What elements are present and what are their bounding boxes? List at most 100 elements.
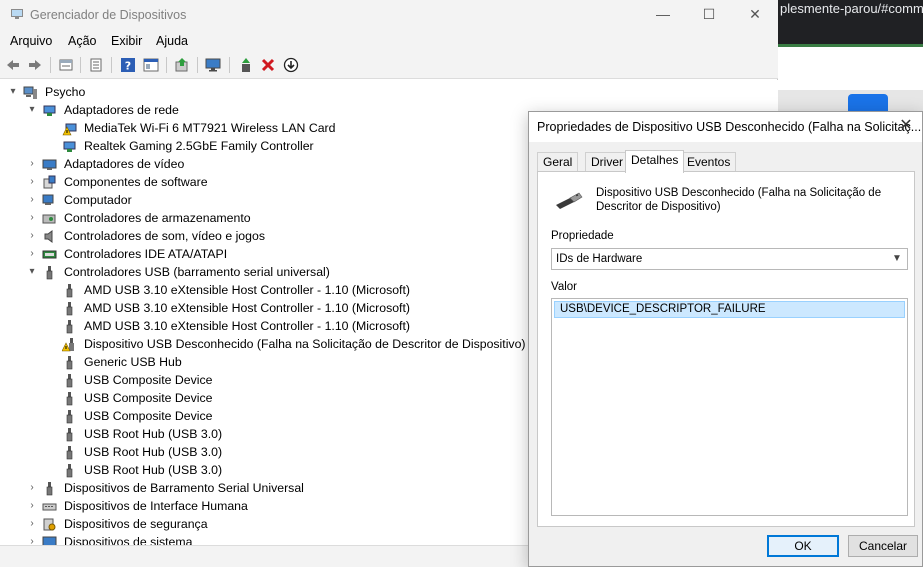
tree-item-label: USB Root Hub (USB 3.0) xyxy=(84,427,223,441)
usb-device-icon xyxy=(556,192,583,209)
tree-item-label: Generic USB Hub xyxy=(84,355,182,369)
help-icon[interactable]: ? xyxy=(120,57,136,73)
chevron-right-icon[interactable]: › xyxy=(27,155,37,173)
usb-icon xyxy=(66,320,73,334)
security-device-icon xyxy=(43,518,56,531)
chevron-down-icon[interactable]: ▾ xyxy=(27,101,37,119)
tree-item-label: Controladores USB (barramento serial uni… xyxy=(64,265,330,279)
title-bar: Gerenciador de Dispositivos — ☐ ✕ xyxy=(0,0,778,30)
details-icon[interactable] xyxy=(143,57,159,73)
usb-icon xyxy=(66,374,73,388)
network-adapter-icon xyxy=(43,105,56,116)
speaker-icon xyxy=(44,230,53,243)
tree-item-label: USB Root Hub (USB 3.0) xyxy=(84,445,223,459)
dialog-close-button[interactable]: ✕ xyxy=(896,116,916,136)
tree-item-label: AMD USB 3.10 eXtensible Host Controller … xyxy=(84,301,410,315)
close-window-button[interactable]: ✕ xyxy=(732,0,778,30)
update-driver-icon[interactable] xyxy=(174,57,190,73)
chevron-down-icon[interactable]: ▾ xyxy=(8,83,18,101)
chevron-down-icon[interactable]: ▾ xyxy=(27,263,37,281)
forward-arrow-icon[interactable] xyxy=(27,57,43,73)
tree-item-label: Controladores de armazenamento xyxy=(64,211,251,225)
property-select[interactable]: IDs de Hardware ▼ xyxy=(551,248,908,270)
usb-icon xyxy=(66,356,73,370)
maximize-button[interactable]: ☐ xyxy=(686,0,732,30)
ok-button[interactable]: OK xyxy=(767,535,839,557)
property-label: Propriedade xyxy=(551,230,614,242)
value-label: Valor xyxy=(551,281,577,293)
property-select-value: IDs de Hardware xyxy=(556,253,643,265)
minimize-button[interactable]: — xyxy=(640,0,686,30)
tree-item-label: Controladores de som, vídeo e jogos xyxy=(64,229,265,243)
toolbar: ? xyxy=(0,52,778,79)
device-properties-dialog: Propriedades de Dispositivo USB Desconhe… xyxy=(528,111,923,567)
toolbar-separator xyxy=(111,57,112,73)
dialog-tabs: Geral Driver Detalhes Eventos xyxy=(537,150,917,173)
properties-icon[interactable] xyxy=(58,57,74,73)
menu-arquivo[interactable]: Arquivo xyxy=(10,34,52,48)
tree-item-label: AMD USB 3.10 eXtensible Host Controller … xyxy=(84,283,410,297)
value-list-item[interactable]: USB\DEVICE_DESCRIPTOR_FAILURE xyxy=(554,301,905,318)
network-warning-icon xyxy=(62,123,77,136)
chevron-right-icon[interactable]: › xyxy=(27,227,37,245)
tree-item-label: Dispositivo USB Desconhecido (Falha na S… xyxy=(84,337,526,351)
usb-warning-icon xyxy=(62,338,74,352)
menu-ajuda[interactable]: Ajuda xyxy=(156,34,188,48)
computer-root-icon xyxy=(23,86,37,99)
menu-acao[interactable]: Ação xyxy=(68,34,97,48)
system-device-icon xyxy=(42,536,57,545)
list-icon[interactable] xyxy=(88,57,104,73)
display-adapter-icon xyxy=(42,159,57,170)
device-name: Dispositivo USB Desconhecido (Falha na S… xyxy=(596,187,882,213)
tree-item-label: AMD USB 3.10 eXtensible Host Controller … xyxy=(84,319,410,333)
details-tab-panel: Dispositivo USB Desconhecido (Falha na S… xyxy=(537,171,915,527)
dialog-title: Propriedades de Dispositivo USB Desconhe… xyxy=(537,120,922,134)
usb-icon xyxy=(66,446,73,460)
tree-item-label: Componentes de software xyxy=(64,175,208,189)
tree-item-label: Adaptadores de vídeo xyxy=(64,157,185,171)
uninstall-icon[interactable] xyxy=(260,57,276,73)
chevron-right-icon[interactable]: › xyxy=(27,245,37,263)
chevron-right-icon[interactable]: › xyxy=(27,497,37,515)
tree-root-label: Psycho xyxy=(45,85,86,99)
background-browser-content xyxy=(778,47,923,90)
toolbar-separator xyxy=(229,57,230,73)
value-list[interactable]: USB\DEVICE_DESCRIPTOR_FAILURE xyxy=(551,298,908,516)
tree-item-label: USB Composite Device xyxy=(84,373,213,387)
chevron-right-icon[interactable]: › xyxy=(27,479,37,497)
toolbar-separator xyxy=(197,57,198,73)
cancel-button[interactable]: Cancelar xyxy=(848,535,918,557)
menu-exibir[interactable]: Exibir xyxy=(111,34,142,48)
tree-item-label: USB Composite Device xyxy=(84,391,213,405)
download-icon[interactable] xyxy=(283,57,299,73)
usb-icon xyxy=(66,464,73,478)
usb-icon xyxy=(66,428,73,442)
tree-item-label: Dispositivos de segurança xyxy=(64,517,208,531)
usb-icon xyxy=(66,410,73,424)
computer-icon xyxy=(42,194,54,205)
usb-icon xyxy=(66,302,73,316)
tab-geral[interactable]: Geral xyxy=(537,152,579,172)
hid-icon xyxy=(42,503,57,511)
chevron-down-icon[interactable]: ▼ xyxy=(891,249,903,269)
chevron-right-icon[interactable]: › xyxy=(27,533,37,545)
chevron-right-icon[interactable]: › xyxy=(27,209,37,227)
tree-item-label: Dispositivos de Barramento Serial Univer… xyxy=(64,481,304,495)
window-title: Gerenciador de Dispositivos xyxy=(30,8,187,22)
tree-item-label: Computador xyxy=(64,193,132,207)
toolbar-separator xyxy=(50,57,51,73)
enable-device-icon[interactable] xyxy=(238,57,254,73)
monitor-icon[interactable] xyxy=(205,57,221,73)
back-arrow-icon[interactable] xyxy=(5,57,21,73)
chevron-right-icon[interactable]: › xyxy=(27,173,37,191)
menu-bar: Arquivo Ação Exibir Ajuda xyxy=(0,30,778,52)
chevron-right-icon[interactable]: › xyxy=(27,515,37,533)
tree-item-label: Controladores IDE ATA/ATAPI xyxy=(64,247,228,261)
device-manager-app-icon xyxy=(11,9,23,19)
tab-eventos[interactable]: Eventos xyxy=(681,152,737,172)
tab-detalhes[interactable]: Detalhes xyxy=(625,150,685,173)
chevron-right-icon[interactable]: › xyxy=(27,191,37,209)
tab-driver[interactable]: Driver xyxy=(585,152,629,172)
tree-item-label: USB Root Hub (USB 3.0) xyxy=(84,463,223,477)
toolbar-separator xyxy=(166,57,167,73)
